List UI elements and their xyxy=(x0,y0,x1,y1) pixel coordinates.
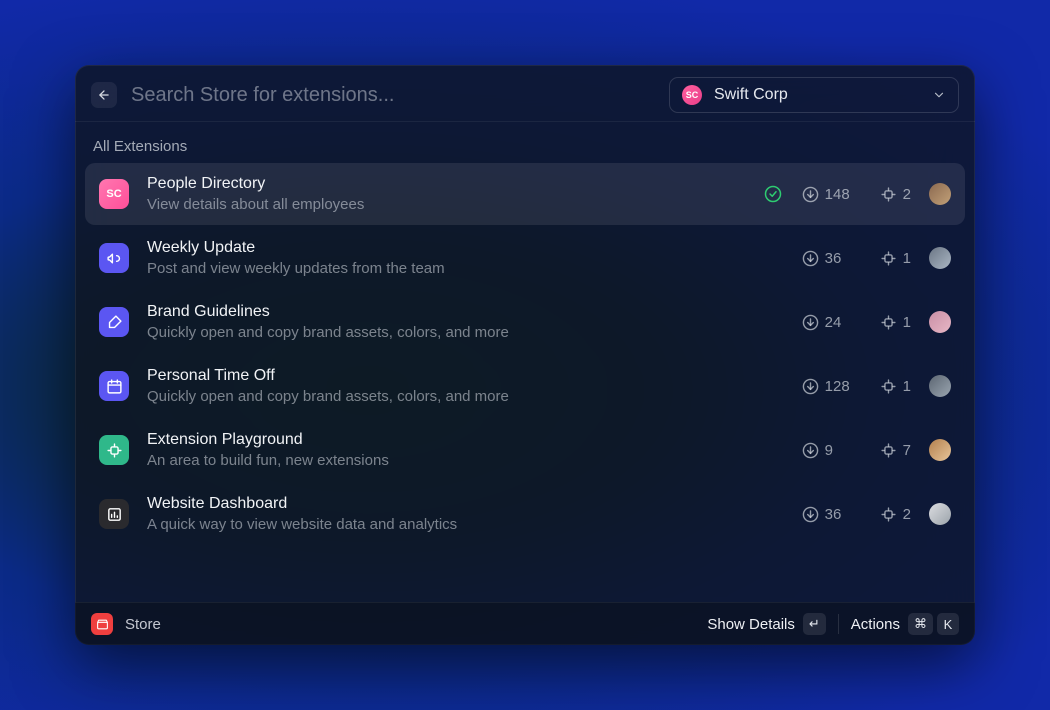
commands-meta: 2 xyxy=(880,506,911,523)
show-details-button[interactable]: Show Details ↵ xyxy=(707,613,825,635)
commands-icon xyxy=(880,314,897,331)
separator xyxy=(838,614,839,634)
installed-indicator xyxy=(764,185,784,203)
extension-row[interactable]: Brand Guidelines Quickly open and copy br… xyxy=(85,291,965,353)
enter-key-icon: ↵ xyxy=(803,613,826,635)
commands-meta: 7 xyxy=(880,442,911,459)
extension-icon xyxy=(99,435,129,465)
extension-icon xyxy=(99,499,129,529)
commands-meta: 1 xyxy=(880,378,911,395)
extension-title: Website Dashboard xyxy=(147,495,746,513)
arrow-left-icon xyxy=(97,88,111,102)
extension-text: Weekly Update Post and view weekly update… xyxy=(147,239,746,277)
back-button[interactable] xyxy=(91,82,117,108)
extension-title: Personal Time Off xyxy=(147,367,746,385)
downloads-count: 36 xyxy=(825,250,842,267)
chevron-down-icon xyxy=(932,88,946,102)
extension-icon xyxy=(99,307,129,337)
extension-store-panel: SC Swift Corp All Extensions SC People Di… xyxy=(75,65,975,645)
download-icon xyxy=(802,186,819,203)
author-avatar xyxy=(929,375,951,397)
extension-row[interactable]: Website Dashboard A quick way to view web… xyxy=(85,483,965,545)
extension-text: Website Dashboard A quick way to view web… xyxy=(147,495,746,533)
extension-subtitle: An area to build fun, new extensions xyxy=(147,452,746,469)
search-input[interactable] xyxy=(131,84,655,107)
extension-title: Weekly Update xyxy=(147,239,746,257)
extension-icon xyxy=(99,243,129,273)
author-avatar xyxy=(929,311,951,333)
downloads-meta: 9 xyxy=(802,442,862,459)
commands-count: 2 xyxy=(903,506,911,523)
commands-count: 1 xyxy=(903,378,911,395)
extension-list: SC People Directory View details about all… xyxy=(75,163,975,602)
commands-meta: 2 xyxy=(880,186,911,203)
commands-count: 2 xyxy=(903,186,911,203)
extension-icon: SC xyxy=(99,179,129,209)
commands-icon xyxy=(880,250,897,267)
commands-meta: 1 xyxy=(880,250,911,267)
extension-text: People Directory View details about all e… xyxy=(147,175,746,213)
downloads-count: 9 xyxy=(825,442,833,459)
downloads-meta: 24 xyxy=(802,314,862,331)
downloads-meta: 128 xyxy=(802,378,862,395)
actions-button[interactable]: Actions ⌘ K xyxy=(851,613,959,635)
cmd-key-icon: ⌘ xyxy=(908,613,933,635)
extension-title: Extension Playground xyxy=(147,431,746,449)
extension-subtitle: Quickly open and copy brand assets, colo… xyxy=(147,324,746,341)
header: SC Swift Corp xyxy=(75,65,975,122)
extension-text: Personal Time Off Quickly open and copy b… xyxy=(147,367,746,405)
commands-icon xyxy=(880,378,897,395)
store-label: Store xyxy=(125,616,161,633)
commands-count: 7 xyxy=(903,442,911,459)
author-avatar xyxy=(929,503,951,525)
store-icon xyxy=(91,613,113,635)
downloads-count: 128 xyxy=(825,378,850,395)
extension-title: People Directory xyxy=(147,175,746,193)
download-icon xyxy=(802,442,819,459)
author-avatar xyxy=(929,439,951,461)
commands-icon xyxy=(880,442,897,459)
installed-check-icon xyxy=(764,185,782,203)
extension-subtitle: A quick way to view website data and ana… xyxy=(147,516,746,533)
commands-icon xyxy=(880,186,897,203)
downloads-meta: 36 xyxy=(802,506,862,523)
extension-text: Brand Guidelines Quickly open and copy br… xyxy=(147,303,746,341)
footer: Store Show Details ↵ Actions ⌘ K xyxy=(75,602,975,645)
extension-row[interactable]: SC People Directory View details about all… xyxy=(85,163,965,225)
downloads-meta: 36 xyxy=(802,250,862,267)
org-initials: SC xyxy=(106,188,121,200)
show-details-label: Show Details xyxy=(707,616,795,633)
downloads-count: 36 xyxy=(825,506,842,523)
download-icon xyxy=(802,314,819,331)
downloads-count: 24 xyxy=(825,314,842,331)
commands-count: 1 xyxy=(903,314,911,331)
k-key-icon: K xyxy=(937,613,959,635)
download-icon xyxy=(802,506,819,523)
extension-row[interactable]: Weekly Update Post and view weekly update… xyxy=(85,227,965,289)
extension-title: Brand Guidelines xyxy=(147,303,746,321)
downloads-count: 148 xyxy=(825,186,850,203)
extension-text: Extension Playground An area to build fun… xyxy=(147,431,746,469)
download-icon xyxy=(802,250,819,267)
download-icon xyxy=(802,378,819,395)
extension-subtitle: Quickly open and copy brand assets, colo… xyxy=(147,388,746,405)
downloads-meta: 148 xyxy=(802,186,862,203)
commands-meta: 1 xyxy=(880,314,911,331)
org-picker[interactable]: SC Swift Corp xyxy=(669,77,959,113)
extension-subtitle: Post and view weekly updates from the te… xyxy=(147,260,746,277)
commands-count: 1 xyxy=(903,250,911,267)
author-avatar xyxy=(929,183,951,205)
commands-icon xyxy=(880,506,897,523)
author-avatar xyxy=(929,247,951,269)
extension-row[interactable]: Extension Playground An area to build fun… xyxy=(85,419,965,481)
extension-subtitle: View details about all employees xyxy=(147,196,746,213)
extension-icon xyxy=(99,371,129,401)
org-badge: SC xyxy=(682,85,702,105)
org-name: Swift Corp xyxy=(714,86,788,104)
actions-label: Actions xyxy=(851,616,900,633)
actions-shortcut: ⌘ K xyxy=(908,613,959,635)
extension-row[interactable]: Personal Time Off Quickly open and copy b… xyxy=(85,355,965,417)
section-header: All Extensions xyxy=(75,122,975,163)
